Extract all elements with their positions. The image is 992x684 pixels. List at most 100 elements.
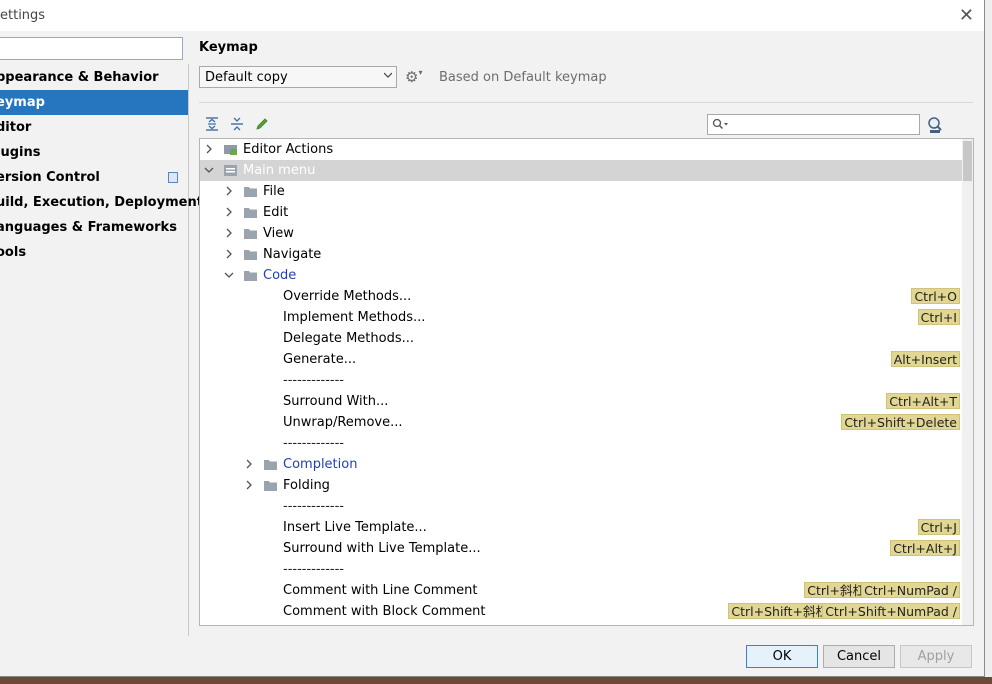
action-surround-with[interactable]: Surround With... Ctrl+Alt+T bbox=[200, 391, 962, 412]
background-window-edge bbox=[984, 0, 992, 684]
shortcut-badge: Ctrl+Shift+Delete bbox=[841, 414, 960, 430]
tree-node-label: Edit bbox=[263, 205, 289, 220]
tree-node-main-menu[interactable]: Main menu bbox=[200, 160, 962, 181]
chevron-down-icon bbox=[384, 72, 392, 78]
shortcut-badge: Alt+Insert bbox=[890, 351, 960, 367]
tree-node-label: Navigate bbox=[263, 247, 322, 262]
chevron-right-icon[interactable] bbox=[224, 186, 234, 196]
sidebar-item-keymap[interactable]: eymap bbox=[0, 90, 188, 115]
action-label: Delegate Methods... bbox=[283, 331, 414, 346]
sidebar-item-appearance[interactable]: ppearance & Behavior bbox=[0, 65, 188, 90]
chevron-right-icon[interactable] bbox=[244, 480, 254, 490]
chevron-right-icon[interactable] bbox=[244, 459, 254, 469]
action-label: Generate... bbox=[283, 352, 357, 367]
sidebar-item-languages[interactable]: anguages & Frameworks bbox=[0, 215, 188, 240]
tree-node-view[interactable]: View bbox=[200, 223, 962, 244]
separator-label: ------------- bbox=[283, 499, 344, 514]
action-generate[interactable]: Generate... Alt+Insert bbox=[200, 349, 962, 370]
tree-node-label: Editor Actions bbox=[243, 142, 334, 157]
folder-icon bbox=[244, 271, 257, 281]
separator-row: ------------- bbox=[200, 496, 962, 517]
tree-node-code[interactable]: Code bbox=[200, 265, 962, 286]
sidebar-item-label: ersion Control bbox=[0, 170, 100, 185]
chevron-down-icon[interactable] bbox=[224, 270, 234, 280]
tree-node-label: Main menu bbox=[243, 163, 316, 178]
chevron-right-icon[interactable] bbox=[224, 207, 234, 217]
separator-row: ------------- bbox=[200, 370, 962, 391]
action-unwrap-remove[interactable]: Unwrap/Remove... Ctrl+Shift+Delete bbox=[200, 412, 962, 433]
based-on-text: Based on Default keymap bbox=[439, 70, 607, 85]
chevron-down-icon[interactable] bbox=[204, 165, 214, 175]
shortcut-badge: Ctrl+NumPad / bbox=[861, 582, 960, 598]
tree-node-label: Code bbox=[263, 268, 297, 283]
background-desktop-edge bbox=[0, 677, 992, 684]
action-delegate-methods[interactable]: Delegate Methods... bbox=[200, 328, 962, 349]
search-icon bbox=[712, 118, 728, 130]
sidebar-item-plugins[interactable]: lugins bbox=[0, 140, 188, 165]
shortcut-badge: Ctrl+Alt+T bbox=[886, 393, 960, 409]
menu-icon bbox=[224, 165, 237, 176]
action-comment-block[interactable]: Comment with Block Comment Ctrl+Shift+斜杠… bbox=[200, 601, 962, 622]
folder-icon bbox=[244, 187, 257, 197]
shortcut-badge: Ctrl+I bbox=[917, 309, 960, 325]
chevron-right-icon[interactable] bbox=[204, 144, 214, 154]
gear-icon[interactable]: ⚙▾ bbox=[405, 68, 427, 86]
folder-icon bbox=[264, 481, 277, 491]
separator-row: ------------- bbox=[200, 433, 962, 454]
page-title: Keymap bbox=[199, 40, 258, 55]
tree-node-file[interactable]: File bbox=[200, 181, 962, 202]
tree-node-completion[interactable]: Completion bbox=[200, 454, 962, 475]
expand-all-icon[interactable] bbox=[204, 116, 220, 132]
separator-row: ------------- bbox=[200, 559, 962, 580]
editor-actions-icon bbox=[224, 145, 237, 155]
action-search-input[interactable] bbox=[707, 114, 920, 135]
action-label: Insert Live Template... bbox=[283, 520, 427, 535]
shortcut-badge: Ctrl+Shift+斜杠 bbox=[728, 603, 831, 619]
separator-label: ------------- bbox=[283, 562, 344, 577]
action-implement-methods[interactable]: Implement Methods... Ctrl+I bbox=[200, 307, 962, 328]
ok-button[interactable]: OK bbox=[746, 645, 818, 668]
action-label: Override Methods... bbox=[283, 289, 412, 304]
action-override-methods[interactable]: Override Methods... Ctrl+O bbox=[200, 286, 962, 307]
separator-label: ------------- bbox=[283, 373, 344, 388]
sidebar-item-label: anguages & Frameworks bbox=[0, 220, 177, 235]
action-surround-live-template[interactable]: Surround with Live Template... Ctrl+Alt+… bbox=[200, 538, 962, 559]
scrollbar-thumb[interactable] bbox=[963, 141, 972, 181]
action-insert-live-template[interactable]: Insert Live Template... Ctrl+J bbox=[200, 517, 962, 538]
sidebar-item-editor[interactable]: ditor bbox=[0, 115, 188, 140]
tree-node-navigate[interactable]: Navigate bbox=[200, 244, 962, 265]
shortcut-badge: Ctrl+斜杠 bbox=[804, 582, 868, 598]
sidebar-item-label: ppearance & Behavior bbox=[0, 70, 159, 85]
sidebar-item-label: lugins bbox=[0, 145, 41, 160]
collapse-all-icon[interactable] bbox=[229, 116, 245, 132]
folder-icon bbox=[244, 250, 257, 260]
edit-icon[interactable] bbox=[254, 116, 270, 132]
settings-search-input[interactable] bbox=[0, 37, 183, 60]
shortcut-badge: Ctrl+Shift+NumPad / bbox=[822, 603, 960, 619]
sidebar-item-build-execution[interactable]: uild, Execution, Deployment bbox=[0, 190, 203, 215]
settings-sidebar: ppearance & Behavior eymap ditor lugins … bbox=[0, 64, 203, 636]
action-comment-line[interactable]: Comment with Line Comment Ctrl+斜杠 Ctrl+N… bbox=[200, 580, 962, 601]
tree-scrollbar[interactable] bbox=[962, 139, 973, 625]
cancel-button[interactable]: Cancel bbox=[823, 645, 895, 668]
chevron-right-icon[interactable] bbox=[224, 249, 234, 259]
sidebar-item-tools[interactable]: ools bbox=[0, 240, 188, 265]
apply-button[interactable]: Apply bbox=[900, 645, 972, 668]
action-label: Surround with Live Template... bbox=[283, 541, 481, 556]
title-bar: ettings ✕ bbox=[0, 0, 984, 31]
tree-node-label: Completion bbox=[283, 457, 358, 472]
window-title: ettings bbox=[0, 8, 46, 23]
tree-node-editor-actions[interactable]: Editor Actions bbox=[200, 139, 962, 160]
divider bbox=[199, 102, 973, 103]
keymap-select[interactable]: Default copy bbox=[199, 66, 397, 88]
find-by-shortcut-icon[interactable] bbox=[926, 116, 944, 134]
sidebar-item-label: ools bbox=[0, 245, 27, 260]
chevron-right-icon[interactable] bbox=[224, 228, 234, 238]
sidebar-item-label: eymap bbox=[0, 95, 45, 110]
tree-node-folding[interactable]: Folding bbox=[200, 475, 962, 496]
tree-node-edit[interactable]: Edit bbox=[200, 202, 962, 223]
close-icon[interactable]: ✕ bbox=[959, 5, 974, 26]
settings-dialog: ettings ✕ ppearance & Behavior eymap dit… bbox=[0, 0, 985, 677]
separator-label: ------------- bbox=[283, 436, 344, 451]
sidebar-item-version-control[interactable]: ersion Control bbox=[0, 165, 188, 190]
